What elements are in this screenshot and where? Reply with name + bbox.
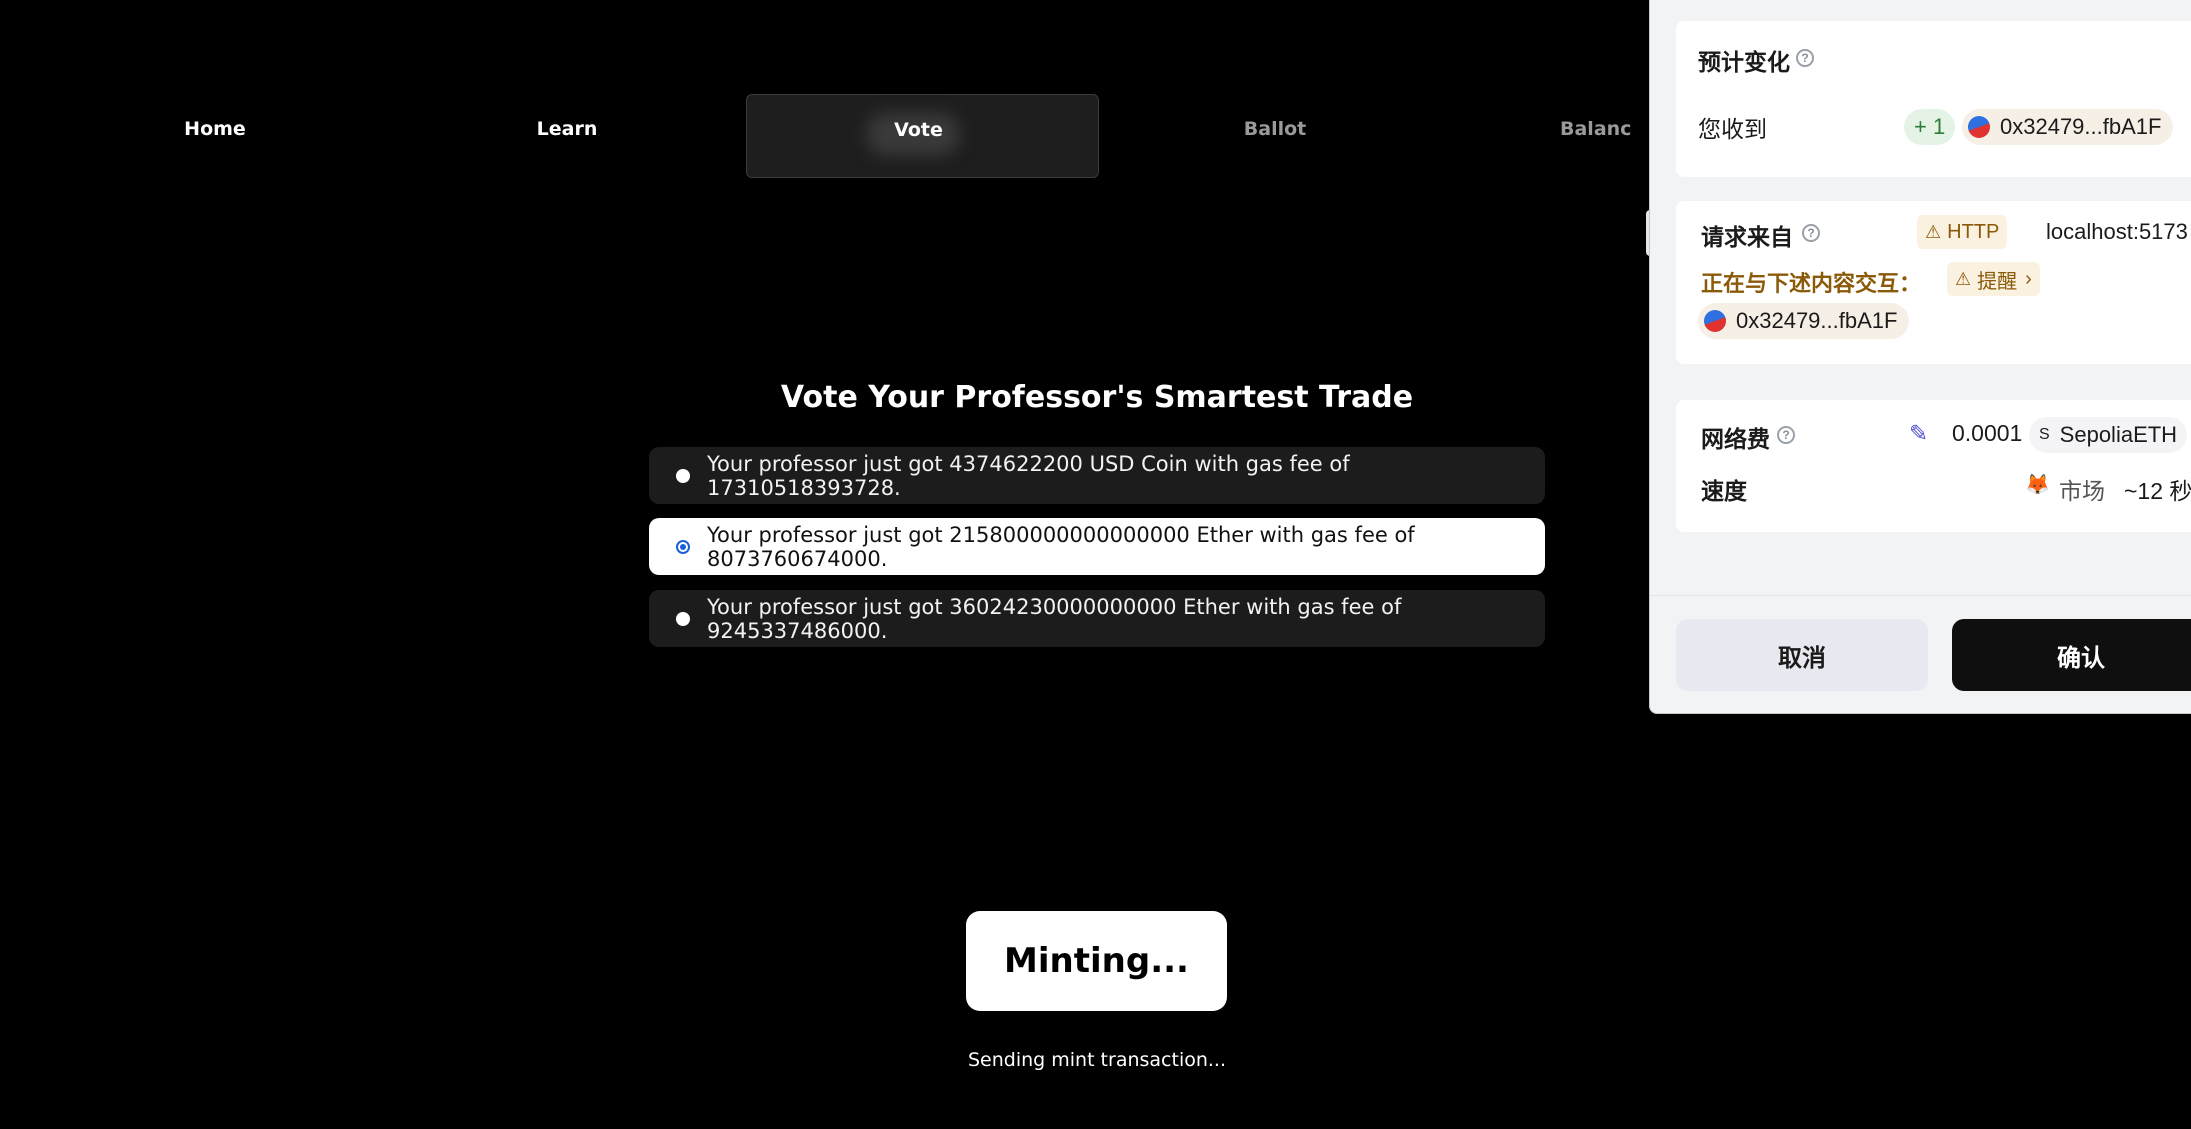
nav-home[interactable]: Home [110,94,320,164]
speed-time: ~12 秒 [2124,478,2191,504]
vote-option-text: Your professor just got 3602423000000000… [707,594,1402,643]
receive-address-pill[interactable]: 0x32479...fbA1F [1962,109,2174,145]
speed-mode: 市场 [2059,478,2105,504]
vote-option-text: Your professor just got 2158000000000000… [707,522,1415,571]
expected-change-label: 预计变化 [1698,49,1790,75]
minting-button[interactable]: Minting... [966,911,1227,1011]
receive-address: 0x32479...fbA1F [2000,114,2162,139]
radio-unselected-icon[interactable] [676,468,690,483]
alert-badge[interactable]: ⚠ 提醒 › [1947,262,2040,296]
nav-home-label: Home [184,118,246,140]
vote-option-text: Your professor just got 4374622200 USD C… [707,451,1350,500]
confirm-button[interactable]: 确认 [1952,619,2191,691]
expected-change-card: 预计变化 ? 您收到 + 1 0x32479...fbA1F [1676,21,2191,177]
nav-vote-label: Vote [894,119,943,141]
chevron-right-icon: › [2025,267,2032,290]
vote-option-1[interactable]: Your professor just got 4374622200 USD C… [649,447,1545,504]
warning-icon: ⚠ [1955,268,1972,289]
footer-divider [1650,595,2191,596]
nav-vote[interactable]: Vote [746,94,1099,178]
currency-symbol-icon: S [2039,426,2050,443]
cancel-button[interactable]: 取消 [1676,619,1928,691]
vote-option-3[interactable]: Your professor just got 3602423000000000… [649,590,1545,647]
contract-avatar-icon [1704,310,1726,332]
nav-ballot[interactable]: Ballot [1170,94,1380,164]
mint-status-text: Sending mint transaction... [967,1049,1227,1071]
help-icon[interactable]: ? [1777,426,1795,444]
nav-learn-label: Learn [536,118,598,140]
contract-address-pill[interactable]: 0x32479...fbA1F [1698,303,1910,339]
fee-amount: 0.0001 [1952,420,2023,446]
speed-label: 速度 [1701,478,1747,504]
http-warning-badge: ⚠ HTTP [1917,215,2008,249]
nav-ballot-label: Ballot [1243,118,1307,140]
help-icon[interactable]: ? [1802,224,1820,242]
fee-currency-pill: S SepoliaETH [2029,417,2188,453]
vote-option-2[interactable]: Your professor just got 2158000000000000… [649,518,1545,575]
account-avatar-icon [1968,116,1990,138]
nav-balance-label: Balanc [1560,118,1632,140]
fox-icon: 🦊 [2025,474,2050,496]
network-fee-label: 网络费 [1701,426,1770,452]
origin-url: localhost:5173 [2046,219,2188,244]
nav-learn[interactable]: Learn [462,94,672,164]
receive-amount-badge: + 1 [1904,109,1956,145]
vote-title: Vote Your Professor's Smartest Trade [780,380,1414,415]
network-fee-card: 网络费 ? ✎ 0.0001 S SepoliaETH 速度 🦊 市场 ~12 … [1676,400,2191,532]
request-origin-card: 请求来自 ? ⚠ HTTP localhost:5173 正在与下述内容交互： … [1676,201,2191,364]
wallet-confirmation-popup: 预计变化 ? 您收到 + 1 0x32479...fbA1F 请求来自 ? ⚠ … [1649,0,2191,714]
alert-label: 提醒 [1977,270,2018,293]
request-from-label: 请求来自 [1701,224,1793,250]
contract-address: 0x32479...fbA1F [1736,308,1898,333]
interacting-label: 正在与下述内容交互： [1701,271,1922,296]
help-icon[interactable]: ? [1796,49,1814,67]
fee-currency: SepoliaETH [2059,422,2178,447]
http-label: HTTP [1947,220,2000,243]
receive-label: 您收到 [1698,116,1767,142]
radio-unselected-icon[interactable] [676,611,690,626]
edit-fee-icon[interactable]: ✎ [1909,420,1928,447]
warning-icon: ⚠ [1925,221,1942,242]
radio-selected-icon[interactable] [676,539,690,554]
